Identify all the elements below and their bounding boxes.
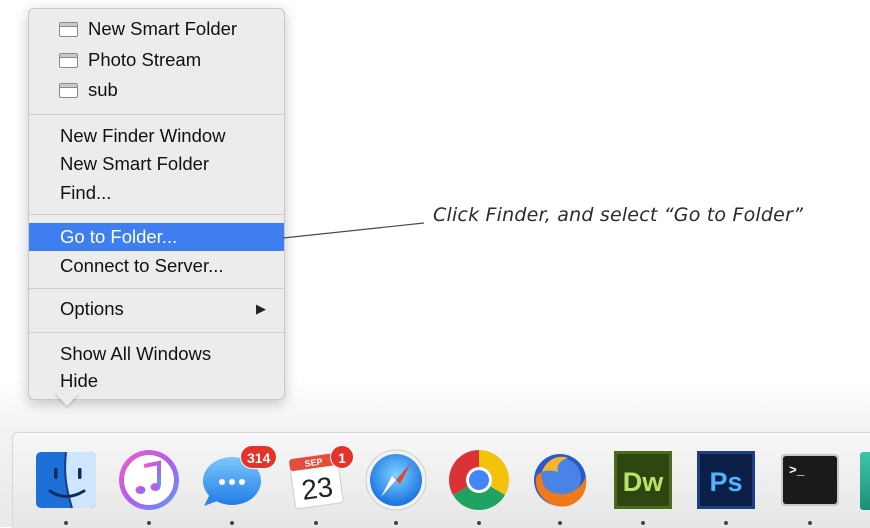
running-indicator xyxy=(230,521,234,525)
finder-dock-menu: New Smart Folder Photo Stream sub New Fi… xyxy=(28,8,285,400)
menu-separator xyxy=(29,332,284,333)
photoshop-label: Ps xyxy=(709,467,742,497)
calendar-day: 23 xyxy=(300,471,335,506)
calendar-badge: 1 xyxy=(330,445,354,469)
firefox-icon[interactable] xyxy=(528,448,592,512)
menu-separator xyxy=(29,214,284,215)
running-indicator xyxy=(477,521,481,525)
running-indicator xyxy=(641,521,645,525)
finder-icon[interactable] xyxy=(34,448,98,512)
chrome-icon[interactable] xyxy=(447,448,511,512)
menu-item-label: Options xyxy=(60,298,124,319)
window-icon xyxy=(59,83,78,98)
window-icon xyxy=(59,22,78,37)
window-icon xyxy=(59,53,78,68)
menu-separator xyxy=(29,114,284,115)
running-indicator xyxy=(314,521,318,525)
dreamweaver-icon[interactable]: Dw xyxy=(611,448,675,512)
menu-item-window-new-smart-folder[interactable]: New Smart Folder xyxy=(29,15,284,43)
menu-item-label: sub xyxy=(88,79,118,100)
menu-pointer xyxy=(54,392,80,406)
partial-app-icon[interactable] xyxy=(860,452,870,510)
menu-item-label: New Smart Folder xyxy=(88,18,238,39)
messages-badge: 314 xyxy=(240,445,278,469)
callout-text: Click Finder, and select “Go to Folder” xyxy=(433,204,804,226)
menu-separator xyxy=(29,288,284,289)
dreamweaver-label: Dw xyxy=(623,467,664,497)
menu-item-connect-to-server[interactable]: Connect to Server... xyxy=(29,252,284,280)
menu-item-window-photo-stream[interactable]: Photo Stream xyxy=(29,46,284,74)
submenu-arrow-icon: ▶ xyxy=(256,301,266,316)
terminal-prompt: >_ xyxy=(789,463,805,478)
running-indicator xyxy=(147,521,151,525)
menu-item-options[interactable]: Options ▶ xyxy=(29,295,284,323)
itunes-icon[interactable] xyxy=(117,448,181,512)
running-indicator xyxy=(558,521,562,525)
running-indicator xyxy=(64,521,68,525)
running-indicator xyxy=(394,521,398,525)
menu-item-new-smart-folder[interactable]: New Smart Folder xyxy=(29,150,284,178)
running-indicator xyxy=(724,521,728,525)
menu-item-show-all-windows[interactable]: Show All Windows xyxy=(29,340,284,368)
safari-icon[interactable] xyxy=(364,448,428,512)
menu-item-window-sub[interactable]: sub xyxy=(29,76,284,104)
terminal-icon[interactable]: >_ xyxy=(778,448,842,512)
menu-item-find[interactable]: Find... xyxy=(29,179,284,207)
running-indicator xyxy=(808,521,812,525)
menu-item-new-finder-window[interactable]: New Finder Window xyxy=(29,122,284,150)
menu-item-go-to-folder[interactable]: Go to Folder... xyxy=(29,223,284,251)
menu-item-hide[interactable]: Hide xyxy=(29,367,284,395)
photoshop-icon[interactable]: Ps xyxy=(694,448,758,512)
menu-item-label: Photo Stream xyxy=(88,49,202,70)
